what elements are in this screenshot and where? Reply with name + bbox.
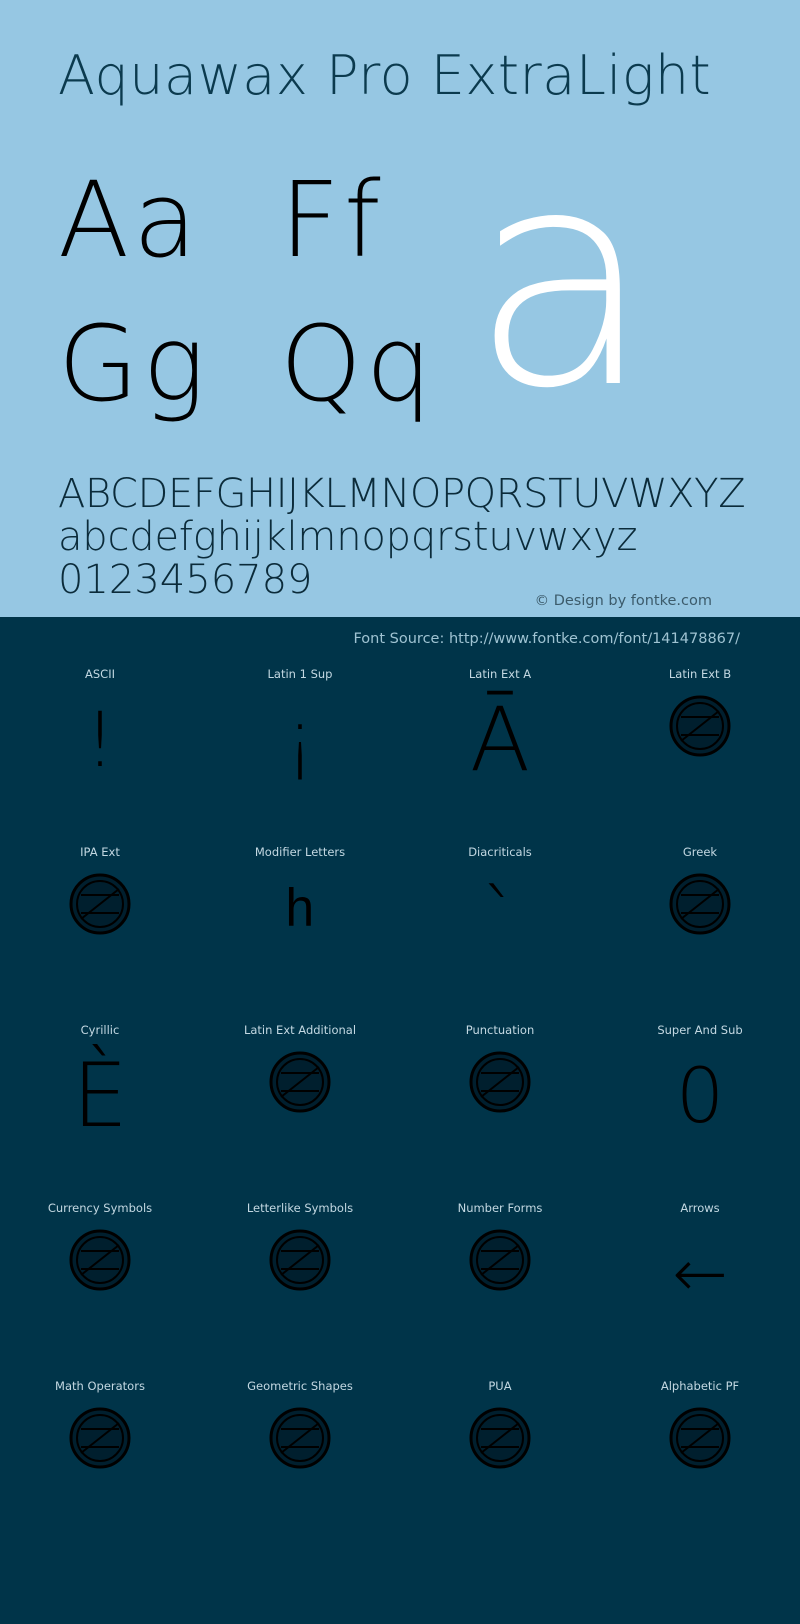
block-cell-arrows[interactable]: ← Arrows bbox=[600, 1187, 800, 1365]
block-label: Number Forms bbox=[457, 1201, 543, 1215]
block-sample-glyph: 0 bbox=[675, 1051, 725, 1140]
unsupported-block-icon bbox=[469, 1229, 531, 1291]
unsupported-block-icon bbox=[469, 1407, 531, 1469]
block-cell-currency-symbols[interactable]: Currency Symbols bbox=[0, 1187, 200, 1365]
unsupported-block-icon bbox=[669, 873, 731, 935]
sample-pair-ff: Ff bbox=[280, 159, 385, 281]
block-sample-glyph: ! bbox=[84, 695, 116, 784]
block-label: Alphabetic PF bbox=[660, 1379, 740, 1393]
uppercase-alphabet: ABCDEFGHIJKLMNOPQRSTUVWXYZ bbox=[58, 471, 746, 517]
block-cell-latin-ext-additional[interactable]: Latin Ext Additional bbox=[200, 1009, 400, 1187]
block-label: Letterlike Symbols bbox=[246, 1201, 354, 1215]
block-row: È Cyrillic Latin Ext Additional Punctuat… bbox=[0, 1009, 800, 1187]
font-specimen-page: Aquawax Pro ExtraLight Aa Ff Gg Qq a ABC… bbox=[0, 0, 800, 1624]
block-cell-number-forms[interactable]: Number Forms bbox=[400, 1187, 600, 1365]
block-label: ASCII bbox=[85, 667, 115, 681]
unsupported-block-icon bbox=[669, 695, 731, 757]
unsupported-block-icon bbox=[669, 1407, 731, 1469]
block-row: Math Operators Geometric Shapes PUA Alph… bbox=[0, 1365, 800, 1543]
unsupported-block-icon bbox=[269, 1229, 331, 1291]
block-label: PUA bbox=[488, 1379, 512, 1393]
block-cell-modifier-letters[interactable]: ʰ Modifier Letters bbox=[200, 831, 400, 1009]
block-sample-glyph: Ā bbox=[469, 688, 531, 791]
block-row: IPA Ext ʰ Modifier Letters ` Diacritical… bbox=[0, 831, 800, 1009]
block-label: Geometric Shapes bbox=[247, 1379, 353, 1393]
block-cell-greek[interactable]: Greek bbox=[600, 831, 800, 1009]
block-label: Punctuation bbox=[465, 1023, 535, 1037]
block-label: Latin Ext Additional bbox=[243, 1023, 357, 1037]
block-label: Latin Ext B bbox=[668, 667, 732, 681]
unsupported-block-icon bbox=[69, 1407, 131, 1469]
sample-pair-gg: Gg bbox=[58, 303, 209, 425]
block-label: Diacriticals bbox=[468, 845, 532, 859]
block-label: Cyrillic bbox=[80, 1023, 120, 1037]
unsupported-block-icon bbox=[269, 1051, 331, 1113]
block-label: Math Operators bbox=[55, 1379, 145, 1393]
block-cell-alphabetic-pf[interactable]: Alphabetic PF bbox=[600, 1365, 800, 1543]
sample-pair-aa: Aa bbox=[58, 159, 201, 281]
unsupported-block-icon bbox=[69, 1229, 131, 1291]
block-cell-latin-ext-b[interactable]: Latin Ext B bbox=[600, 653, 800, 831]
sample-pair-qq: Qq bbox=[280, 303, 436, 425]
block-sample-glyph: ` bbox=[481, 873, 519, 962]
digits-row: 0123456789 bbox=[58, 557, 313, 603]
block-label: Currency Symbols bbox=[47, 1201, 153, 1215]
block-label: Latin Ext A bbox=[468, 667, 532, 681]
block-cell-pua[interactable]: PUA bbox=[400, 1365, 600, 1543]
lowercase-alphabet: abcdefghijklmnopqrstuvwxyz bbox=[58, 514, 638, 560]
block-cell-ascii[interactable]: ! ASCII bbox=[0, 653, 200, 831]
block-cell-latin-ext-a[interactable]: Ā Latin Ext A bbox=[400, 653, 600, 831]
specimen-panel: Aquawax Pro ExtraLight Aa Ff Gg Qq a ABC… bbox=[0, 0, 800, 617]
block-label: Modifier Letters bbox=[254, 845, 346, 859]
unsupported-block-icon bbox=[269, 1407, 331, 1469]
block-row: Currency Symbols Letterlike Symbols Numb… bbox=[0, 1187, 800, 1365]
block-sample-glyph: ʰ bbox=[285, 873, 315, 962]
block-cell-punctuation[interactable]: Punctuation bbox=[400, 1009, 600, 1187]
block-cell-geometric-shapes[interactable]: Geometric Shapes bbox=[200, 1365, 400, 1543]
feature-glyph: a bbox=[470, 105, 654, 454]
unicode-blocks-panel: Font Source: http://www.fontke.com/font/… bbox=[0, 617, 800, 1624]
block-label: Arrows bbox=[680, 1201, 720, 1215]
block-cell-cyrillic[interactable]: È Cyrillic bbox=[0, 1009, 200, 1187]
unicode-block-grid: ! ASCII ¡ Latin 1 Sup Ā Latin Ext A Lati… bbox=[0, 653, 800, 1543]
block-sample-glyph: ← bbox=[672, 1235, 728, 1312]
block-label: IPA Ext bbox=[80, 845, 120, 859]
block-cell-super-and-sub[interactable]: 0 Super And Sub bbox=[600, 1009, 800, 1187]
block-cell-letterlike-symbols[interactable]: Letterlike Symbols bbox=[200, 1187, 400, 1365]
font-source-link[interactable]: Font Source: http://www.fontke.com/font/… bbox=[353, 631, 740, 647]
block-cell-ipa-ext[interactable]: IPA Ext bbox=[0, 831, 200, 1009]
block-cell-diacriticals[interactable]: ` Diacriticals bbox=[400, 831, 600, 1009]
block-sample-glyph: È bbox=[72, 1044, 128, 1147]
page-title: Aquawax Pro ExtraLight bbox=[58, 44, 712, 107]
block-cell-math-operators[interactable]: Math Operators bbox=[0, 1365, 200, 1543]
block-cell-latin-1-sup[interactable]: ¡ Latin 1 Sup bbox=[200, 653, 400, 831]
copyright-notice: © Design by fontke.com bbox=[534, 593, 712, 609]
block-row: ! ASCII ¡ Latin 1 Sup Ā Latin Ext A Lati… bbox=[0, 653, 800, 831]
block-sample-glyph: ¡ bbox=[284, 695, 316, 784]
block-label: Super And Sub bbox=[657, 1023, 743, 1037]
block-label: Greek bbox=[682, 845, 718, 859]
unsupported-block-icon bbox=[469, 1051, 531, 1113]
block-label: Latin 1 Sup bbox=[267, 667, 333, 681]
unsupported-block-icon bbox=[69, 873, 131, 935]
